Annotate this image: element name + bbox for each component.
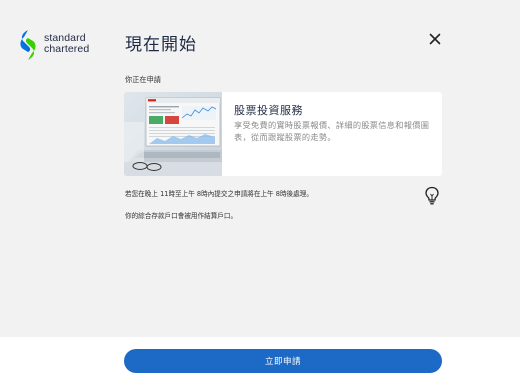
applying-for-label: 你正在申請: [125, 75, 161, 84]
close-icon[interactable]: [426, 30, 444, 48]
lightbulb-icon: [425, 186, 439, 205]
main-content: standard chartered 現在開始 你正在申請 股票投資服務 享受免…: [0, 0, 520, 337]
standard-chartered-logo: standard chartered: [18, 29, 108, 61]
processing-time-note: 若您在晚上 11時至上午 8時內提交之申請將在上午 8時後處理。: [125, 190, 313, 198]
product-description: 享受免費的實時股票報價、詳細的股票信息和報價圖表，從而跟蹤股票的走勢。: [234, 120, 430, 142]
page-title: 現在開始: [125, 35, 197, 55]
apply-now-button[interactable]: 立即申請: [124, 349, 442, 373]
settlement-account-note: 你的綜合存款戶口會被用作結算戶口。: [125, 212, 238, 220]
footer-bar: 立即申請: [0, 337, 520, 389]
laptop-stock-dashboard-image: [124, 92, 222, 176]
product-title: 股票投資服務: [234, 104, 303, 117]
logo-word-chartered: chartered: [44, 43, 90, 55]
logo-mark-icon: [20, 30, 36, 60]
product-card: 股票投資服務 享受免費的實時股票報價、詳細的股票信息和報價圖表，從而跟蹤股票的走…: [124, 92, 442, 176]
logo-wordmark: standard chartered: [44, 33, 89, 55]
